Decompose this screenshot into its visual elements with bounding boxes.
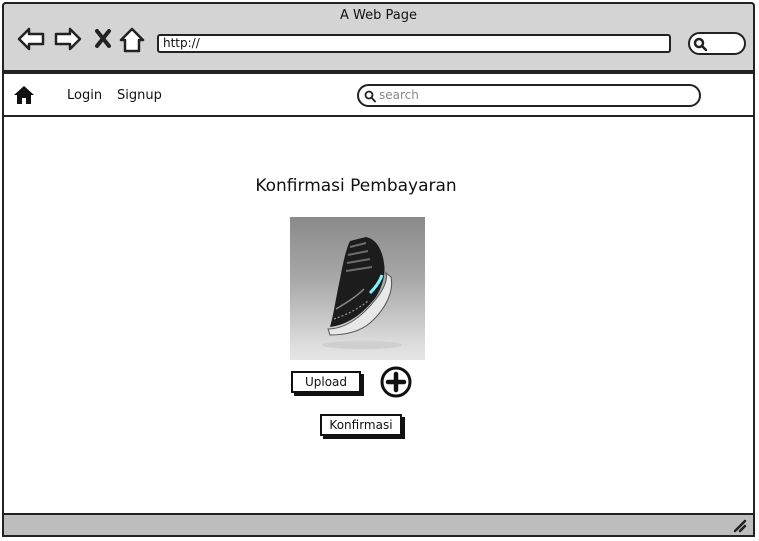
upload-button[interactable]: Upload bbox=[291, 371, 361, 393]
window-title: A Web Page bbox=[340, 8, 417, 23]
search-input[interactable]: search bbox=[357, 84, 701, 107]
confirm-button[interactable]: Konfirmasi bbox=[320, 414, 402, 436]
browser-search-button[interactable] bbox=[688, 32, 746, 55]
login-link[interactable]: Login bbox=[67, 88, 102, 103]
search-placeholder: search bbox=[379, 88, 419, 102]
home-icon[interactable] bbox=[13, 85, 35, 105]
search-icon bbox=[693, 37, 707, 51]
signup-link[interactable]: Signup bbox=[117, 88, 162, 103]
url-input[interactable]: http:// bbox=[157, 34, 671, 53]
page-title: Konfirmasi Pembayaran bbox=[255, 176, 457, 196]
sneaker-illustration bbox=[322, 237, 402, 349]
back-arrow-icon[interactable] bbox=[16, 26, 46, 52]
resize-grip-icon[interactable] bbox=[733, 519, 747, 533]
plus-circle-icon[interactable] bbox=[378, 366, 414, 402]
forward-arrow-icon[interactable] bbox=[53, 26, 83, 52]
home-icon[interactable] bbox=[118, 26, 146, 54]
status-bar bbox=[2, 513, 755, 537]
close-icon[interactable] bbox=[93, 26, 113, 52]
search-icon bbox=[364, 90, 376, 103]
browser-toolbar: A Web Page http:// bbox=[2, 2, 755, 72]
product-image bbox=[290, 217, 425, 360]
site-navbar: Login Signup search bbox=[2, 72, 755, 117]
